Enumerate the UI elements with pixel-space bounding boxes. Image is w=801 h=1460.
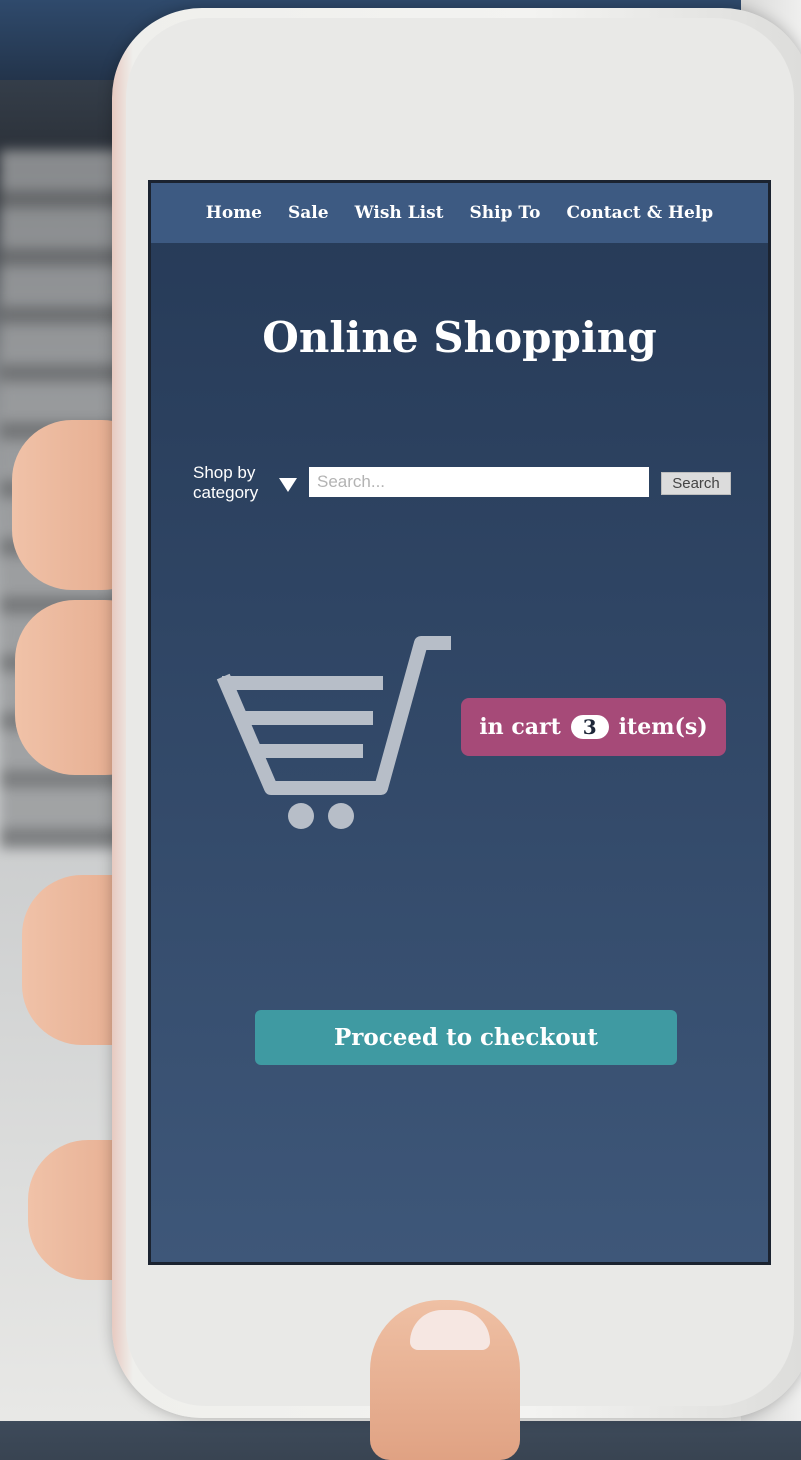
shopping-cart-icon[interactable]	[211, 623, 451, 833]
nav-item-ship-to[interactable]: Ship To	[470, 203, 541, 223]
search-button[interactable]: Search	[661, 472, 731, 495]
checkout-button[interactable]: Proceed to checkout	[255, 1010, 677, 1065]
phone-screen: Home Sale Wish List Ship To Contact & He…	[148, 180, 771, 1265]
page-title: Online Shopping	[262, 313, 657, 362]
search-input[interactable]	[309, 467, 649, 497]
category-label: Shop by category	[193, 463, 259, 502]
category-dropdown[interactable]: Shop by category	[193, 463, 273, 503]
nav-item-sale[interactable]: Sale	[288, 203, 329, 223]
nav-item-contact-help[interactable]: Contact & Help	[566, 203, 713, 223]
cart-suffix: item(s)	[618, 714, 708, 740]
cart-prefix: in cart	[479, 714, 561, 740]
cart-count-badge[interactable]: in cart 3 item(s)	[461, 698, 726, 756]
navbar: Home Sale Wish List Ship To Contact & He…	[151, 183, 768, 243]
nav-item-home[interactable]: Home	[206, 203, 262, 223]
nav-item-wish-list[interactable]: Wish List	[355, 203, 444, 223]
chevron-down-icon[interactable]	[279, 478, 297, 492]
cart-count: 3	[570, 715, 609, 739]
